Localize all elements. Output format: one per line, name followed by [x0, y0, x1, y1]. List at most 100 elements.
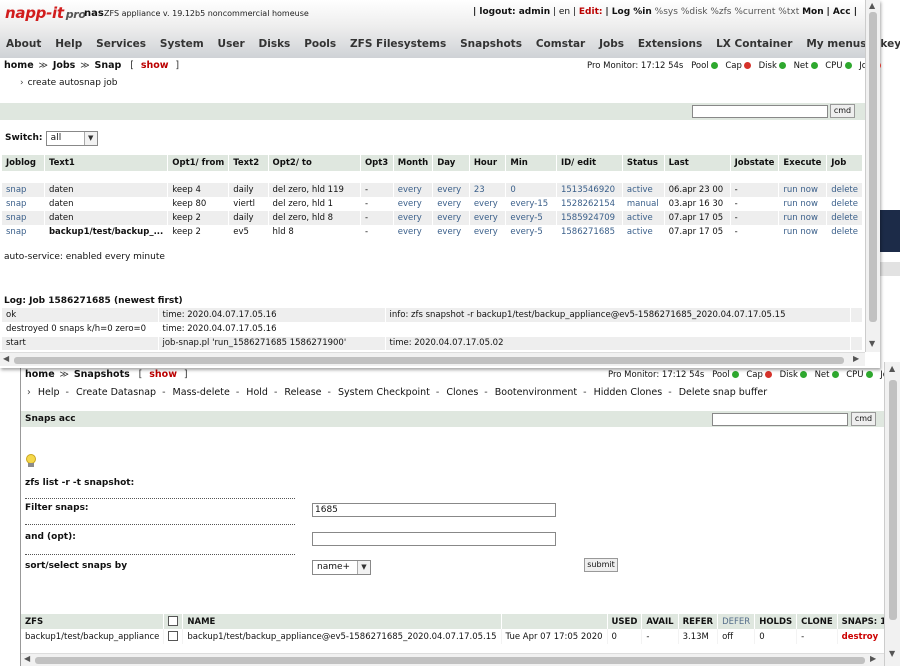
cmd-button[interactable]: cmd: [851, 412, 876, 426]
monitor-pool[interactable]: Pool: [712, 370, 739, 380]
nav-services[interactable]: Services: [96, 38, 146, 50]
cell-day[interactable]: every: [432, 197, 470, 211]
horizontal-scrollbar[interactable]: ◀ ▶: [0, 352, 865, 366]
header-defer[interactable]: DEFER: [717, 614, 756, 629]
pro-monitor-label[interactable]: Pro Monitor: 17:12 54s: [608, 370, 704, 380]
show-link[interactable]: show: [141, 60, 169, 71]
nav-pools[interactable]: Pools: [304, 38, 336, 50]
zfs-link[interactable]: %zfs: [710, 7, 731, 17]
scroll-down-icon[interactable]: ▼: [869, 339, 875, 348]
delete-link[interactable]: delete: [826, 211, 863, 225]
cell-hour[interactable]: every: [469, 211, 507, 225]
txt-link[interactable]: %txt: [778, 7, 799, 17]
nav-jobs[interactable]: Jobs: [599, 38, 624, 50]
mon-link[interactable]: Mon: [802, 7, 824, 17]
delete-link[interactable]: delete: [826, 183, 863, 197]
monitor-cpu[interactable]: CPU: [846, 370, 873, 380]
row-checkbox[interactable]: [168, 631, 179, 641]
cell-hour[interactable]: every: [469, 197, 507, 211]
breadcrumb-home[interactable]: home: [4, 60, 34, 71]
nav-extensions[interactable]: Extensions: [638, 38, 702, 50]
scroll-up-icon[interactable]: ▲: [889, 364, 895, 373]
nav-my-menus[interactable]: My menus: [806, 38, 866, 50]
horizontal-scrollbar[interactable]: ◀ ▶: [21, 653, 884, 666]
submenu-release[interactable]: Release: [284, 387, 321, 398]
nav-lx-container[interactable]: LX Container: [716, 38, 792, 50]
cell-min[interactable]: 0: [505, 183, 557, 197]
log-link[interactable]: | Log %in: [605, 7, 651, 17]
job-id-link[interactable]: 1528262154: [556, 197, 623, 211]
job-id-link[interactable]: 1513546920: [556, 183, 623, 197]
header-holds[interactable]: HOLDS: [754, 614, 798, 629]
job-id-link[interactable]: 1586271685: [556, 225, 623, 239]
scroll-up-icon[interactable]: ▲: [869, 1, 875, 10]
sys-link[interactable]: %sys: [655, 7, 678, 17]
scroll-down-icon[interactable]: ▼: [889, 649, 895, 658]
submit-button[interactable]: submit: [584, 558, 618, 572]
monitor-pool[interactable]: Pool: [691, 61, 718, 71]
job-status-link[interactable]: active: [622, 225, 665, 239]
header-refer[interactable]: REFER: [678, 614, 719, 629]
header-name[interactable]: NAME: [182, 614, 502, 629]
cell-day[interactable]: every: [432, 183, 470, 197]
select-all-checkbox[interactable]: [168, 616, 179, 626]
cell-name[interactable]: backup1/test/backup_appliance@ev5-158627…: [182, 629, 502, 644]
scrollbar-thumb[interactable]: [14, 357, 844, 364]
logout-link[interactable]: | logout: admin: [473, 7, 550, 17]
cmd-button[interactable]: cmd: [830, 104, 855, 118]
cell-hour[interactable]: every: [469, 225, 507, 239]
cmd-input[interactable]: [712, 413, 848, 426]
job-status-link[interactable]: active: [622, 211, 665, 225]
monitor-disk[interactable]: Disk: [780, 370, 807, 380]
header-zfs[interactable]: ZFS: [21, 614, 165, 629]
nav-system[interactable]: System: [160, 38, 204, 50]
nav-comstar[interactable]: Comstar: [536, 38, 585, 50]
nav-key[interactable]: key°: [880, 38, 900, 50]
nav-disks[interactable]: Disks: [259, 38, 291, 50]
cell-month[interactable]: every: [393, 225, 434, 239]
submenu-hold[interactable]: Hold: [246, 387, 268, 398]
pro-monitor-label[interactable]: Pro Monitor: 17:12 54s: [587, 61, 683, 71]
delete-link[interactable]: delete: [826, 225, 863, 239]
scroll-right-icon[interactable]: ▶: [870, 654, 876, 663]
submenu-hidden-clones[interactable]: Hidden Clones: [594, 387, 663, 398]
vertical-scrollbar[interactable]: ▲ ▼: [865, 0, 880, 352]
disk-link[interactable]: %disk: [681, 7, 708, 17]
sort-select[interactable]: name+ ▼: [312, 560, 371, 575]
run-now-link[interactable]: run now: [778, 183, 828, 197]
cell-select[interactable]: [163, 629, 184, 644]
monitor-net[interactable]: Net: [794, 61, 818, 71]
current-link[interactable]: %current: [734, 7, 775, 17]
monitor-disk[interactable]: Disk: [759, 61, 786, 71]
language-link[interactable]: | en |: [553, 7, 576, 17]
scrollbar-thumb[interactable]: [889, 380, 897, 620]
scrollbar-thumb[interactable]: [35, 657, 865, 664]
cell-min[interactable]: every-15: [505, 197, 557, 211]
cell-month[interactable]: every: [393, 197, 434, 211]
job-id-link[interactable]: 1585924709: [556, 211, 623, 225]
breadcrumb-jobs[interactable]: Jobs: [53, 60, 76, 71]
show-link[interactable]: show: [149, 369, 177, 380]
napp-it-logo[interactable]: napp-it pro: [5, 4, 86, 22]
cmd-input[interactable]: [692, 105, 828, 118]
breadcrumb-snap[interactable]: Snap: [95, 60, 122, 71]
cell-day[interactable]: every: [432, 211, 470, 225]
submenu-create-datasnap[interactable]: Create Datasnap: [76, 387, 156, 398]
submenu-delete-snap-buffer[interactable]: Delete snap buffer: [679, 387, 767, 398]
nav-zfs-filesystems[interactable]: ZFS Filesystems: [350, 38, 446, 50]
header-used[interactable]: USED: [607, 614, 643, 629]
vertical-scrollbar[interactable]: ▲ ▼: [884, 362, 900, 666]
monitor-cap[interactable]: Cap: [746, 370, 772, 380]
header-clone[interactable]: CLONE: [796, 614, 838, 629]
cell-month[interactable]: every: [393, 183, 434, 197]
monitor-cpu[interactable]: CPU: [825, 61, 852, 71]
joblog-link[interactable]: snap: [2, 197, 45, 211]
submenu-bootenvironment[interactable]: Bootenvironment: [495, 387, 577, 398]
create-autosnap-job-link[interactable]: create autosnap job: [28, 78, 118, 88]
acc-link[interactable]: | Acc |: [827, 7, 857, 17]
submenu-mass-delete[interactable]: Mass-delete: [173, 387, 230, 398]
cell-day[interactable]: every: [432, 225, 470, 239]
scroll-left-icon[interactable]: ◀: [3, 354, 9, 363]
edit-link[interactable]: Edit:: [579, 7, 603, 17]
monitor-cap[interactable]: Cap: [725, 61, 751, 71]
